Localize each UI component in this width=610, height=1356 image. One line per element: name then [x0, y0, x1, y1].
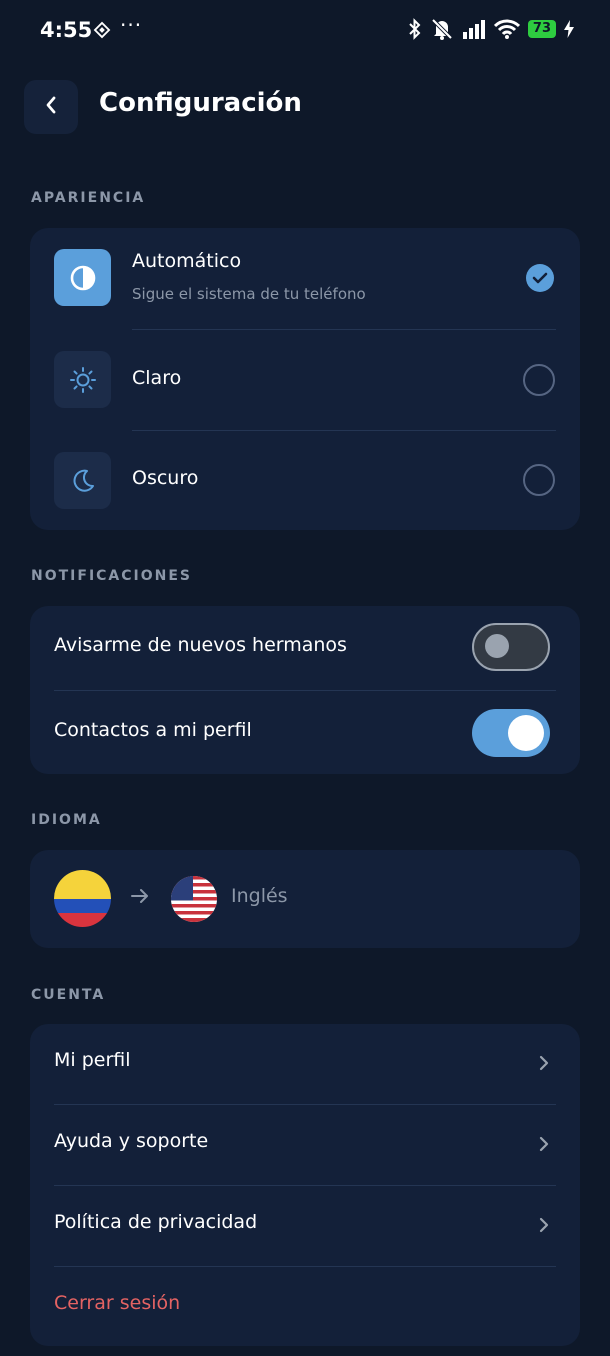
- language-card[interactable]: Inglés: [30, 850, 580, 948]
- notification-row-new-siblings: Avisarme de nuevos hermanos: [30, 606, 580, 690]
- usa-flag-icon: [171, 876, 217, 922]
- chevron-left-icon: [44, 95, 58, 119]
- colombia-flag-icon: [54, 870, 111, 927]
- appearance-option-dark[interactable]: Oscuro: [30, 431, 580, 530]
- new-siblings-toggle[interactable]: [472, 623, 550, 671]
- signal-icon: [462, 19, 486, 39]
- option-title: Automático: [132, 250, 242, 272]
- option-title: Claro: [132, 367, 182, 389]
- status-time: 4:55: [40, 18, 93, 42]
- page-title: Configuración: [99, 88, 302, 118]
- option-subtitle: Sigue el sistema de tu teléfono: [132, 285, 366, 303]
- section-label-language: IDIOMA: [31, 812, 102, 828]
- notification-title: Avisarme de nuevos hermanos: [54, 634, 347, 656]
- chevron-right-icon: [538, 1216, 550, 1238]
- account-item-profile[interactable]: Mi perfil: [30, 1024, 580, 1104]
- back-button[interactable]: [24, 80, 78, 134]
- appearance-card: Automático Sigue el sistema de tu teléfo…: [30, 228, 580, 530]
- status-bar: 4:55 ··· 73: [0, 0, 610, 62]
- muted-bell-icon: [430, 18, 454, 40]
- charging-icon: [564, 20, 574, 38]
- wifi-icon: [493, 19, 520, 39]
- appearance-option-light[interactable]: Claro: [30, 330, 580, 430]
- section-label-account: CUENTA: [31, 987, 106, 1003]
- toggle-knob: [508, 715, 544, 751]
- account-item-help[interactable]: Ayuda y soporte: [30, 1105, 580, 1185]
- target-language: Inglés: [231, 885, 288, 907]
- status-icons: 73: [408, 18, 574, 40]
- bluetooth-icon: [408, 18, 422, 40]
- notification-row-contacts: Contactos a mi perfil: [30, 691, 580, 774]
- moon-icon: [54, 452, 111, 509]
- logout-button[interactable]: Cerrar sesión: [30, 1267, 580, 1346]
- radio-unselected[interactable]: [523, 364, 555, 396]
- account-item-label: Ayuda y soporte: [54, 1130, 209, 1152]
- radio-unselected[interactable]: [523, 464, 555, 496]
- more-dots: ···: [120, 13, 143, 37]
- toggle-knob: [485, 634, 509, 658]
- battery-indicator: 73: [527, 20, 556, 38]
- account-card: Mi perfil Ayuda y soporte Política de pr…: [30, 1024, 580, 1346]
- chevron-right-icon: [538, 1135, 550, 1157]
- arrow-right-icon: [130, 886, 150, 910]
- notifications-card: Avisarme de nuevos hermanos Contactos a …: [30, 606, 580, 774]
- section-label-appearance: APARIENCIA: [31, 190, 146, 206]
- section-label-notifications: NOTIFICACIONES: [31, 568, 193, 584]
- check-circle-icon: [526, 264, 554, 292]
- chevron-right-icon: [538, 1054, 550, 1076]
- sun-icon: [54, 351, 111, 408]
- appearance-option-automatic[interactable]: Automático Sigue el sistema de tu teléfo…: [30, 228, 580, 329]
- contrast-icon: [54, 249, 111, 306]
- diamond-icon: [93, 21, 111, 43]
- notification-title: Contactos a mi perfil: [54, 719, 252, 741]
- account-item-label: Política de privacidad: [54, 1211, 258, 1233]
- account-item-privacy[interactable]: Política de privacidad: [30, 1186, 580, 1266]
- account-item-label: Mi perfil: [54, 1049, 131, 1071]
- contacts-toggle[interactable]: [472, 709, 550, 757]
- option-title: Oscuro: [132, 467, 199, 489]
- logout-label: Cerrar sesión: [54, 1292, 181, 1314]
